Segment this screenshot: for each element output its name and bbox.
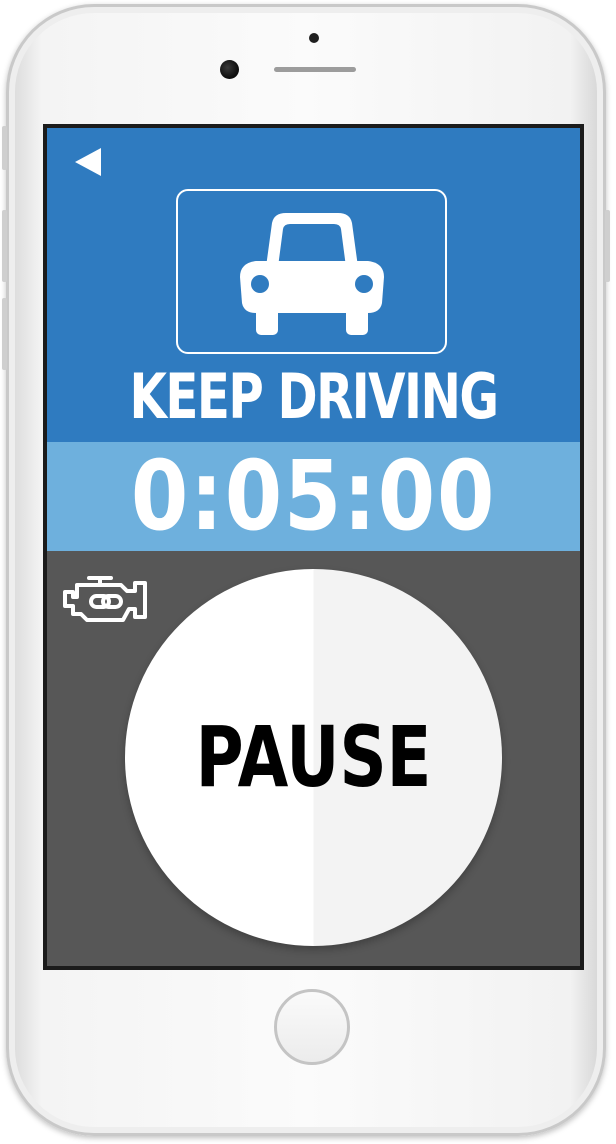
car-front-icon [240,213,384,335]
app-screen: KEEP DRIVING 0:05:00 PAUSE [47,128,580,966]
proximity-sensor [309,33,319,43]
status-title: KEEP DRIVING [129,360,499,433]
status-header: KEEP DRIVING [47,128,580,442]
volume-down-button [2,298,7,370]
pause-button[interactable]: PAUSE [125,569,502,946]
check-engine-icon [59,568,155,632]
silent-switch [2,126,7,170]
front-camera [220,60,239,79]
power-button [605,210,610,282]
back-button[interactable] [69,142,109,182]
earpiece-speaker [274,67,356,72]
pause-label: PAUSE [195,708,432,806]
home-button[interactable] [274,989,350,1065]
timer-panel: 0:05:00 [47,442,580,551]
volume-up-button [2,210,7,282]
timer-display: 0:05:00 [130,440,497,552]
back-arrow-icon [75,148,101,176]
car-icon-frame [176,189,447,354]
screen: KEEP DRIVING 0:05:00 PAUSE [43,124,584,970]
phone-frame: KEEP DRIVING 0:05:00 PAUSE [2,4,610,1136]
